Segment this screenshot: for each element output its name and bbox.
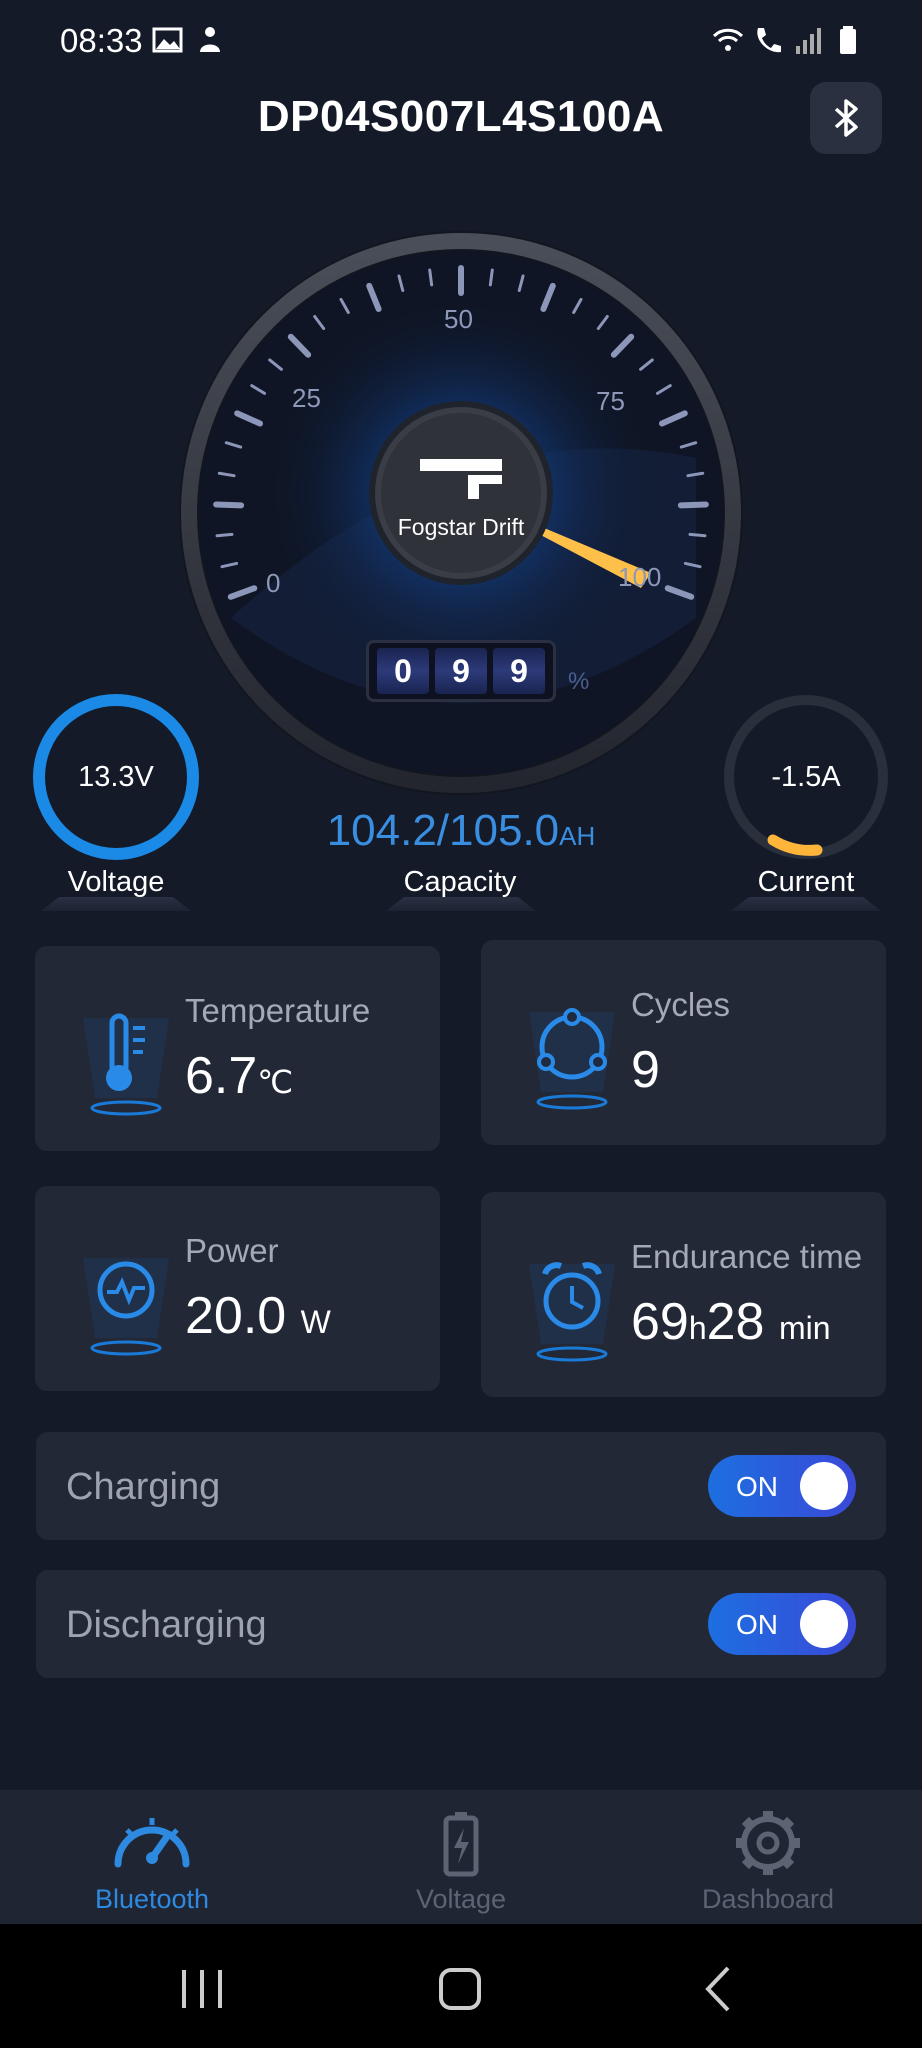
status-right-icons <box>712 24 864 56</box>
voltage-label: Voltage <box>67 866 165 898</box>
odometer-digit: 0 <box>377 648 429 694</box>
charging-toggle[interactable]: ON <box>708 1455 856 1517</box>
status-bar: 08:33 <box>0 0 922 80</box>
nav-dashboard[interactable]: Dashboard <box>618 1790 918 1924</box>
current-pedestal <box>731 897 881 911</box>
cycle-icon <box>529 1008 615 1110</box>
endurance-value: 69h28 min <box>631 1292 831 1352</box>
power-unit: W <box>300 1304 331 1340</box>
current-ring: -1.5A <box>721 692 891 862</box>
cycles-title: Cycles <box>631 986 731 1023</box>
gauge-label-25: 25 <box>292 383 321 413</box>
current-label: Current <box>757 866 855 898</box>
nav-bluetooth[interactable]: Bluetooth <box>2 1790 302 1924</box>
bluetooth-button[interactable] <box>810 82 882 154</box>
odometer-unit: % <box>568 668 590 695</box>
gauge-label-100: 100 <box>618 562 662 592</box>
nav-bluetooth-label: Bluetooth <box>94 1884 210 1914</box>
home-icon[interactable] <box>430 1964 490 2014</box>
nav-dashboard-label: Dashboard <box>701 1884 835 1914</box>
endurance-minutes: 28 <box>706 1293 765 1351</box>
person-icon <box>200 27 220 52</box>
recent-apps-icon[interactable] <box>172 1964 232 2014</box>
discharging-row: Discharging ON <box>36 1570 886 1678</box>
bottom-nav: Bluetooth Voltage Dashboard <box>0 1790 922 1924</box>
gauge-tick <box>677 501 709 509</box>
charging-toggle-state: ON <box>736 1471 778 1502</box>
gallery-icon <box>152 27 183 53</box>
brand-name: Fogstar Drift <box>397 514 525 540</box>
thermometer-icon <box>83 1013 169 1116</box>
battery-icon <box>443 1812 479 1877</box>
endurance-title: Endurance time <box>631 1238 863 1275</box>
cycles-value: 9 <box>631 1041 660 1099</box>
current-value: -1.5A <box>771 760 841 793</box>
odometer-digit: 9 <box>435 648 487 694</box>
capacity-pedestal <box>386 897 536 911</box>
power-icon <box>83 1258 169 1356</box>
call-icon <box>757 28 781 53</box>
gauge-tick <box>213 501 245 509</box>
percent-odometer: 0 9 9 <box>366 640 556 702</box>
speedometer-icon <box>114 1818 190 1868</box>
nav-voltage-label: Voltage <box>415 1884 507 1914</box>
power-number: 20.0 <box>185 1287 287 1345</box>
device-title: DP04S007L4S100A <box>257 92 665 141</box>
discharging-toggle[interactable]: ON <box>708 1593 856 1655</box>
battery-icon <box>840 26 856 54</box>
endurance-hours-unit: h <box>688 1310 707 1346</box>
temperature-number: 6.7 <box>185 1047 258 1105</box>
gear-icon <box>736 1811 800 1875</box>
temperature-title: Temperature <box>185 992 371 1029</box>
status-time: 08:33 <box>60 22 143 59</box>
power-card: Power 20.0 W <box>35 1186 440 1391</box>
signal-icon <box>796 28 821 54</box>
gauge-tick <box>428 268 434 287</box>
temperature-card: Temperature 6.7℃ <box>35 946 440 1151</box>
system-nav-bar <box>0 1924 922 2048</box>
discharging-toggle-knob <box>800 1600 848 1648</box>
back-icon[interactable] <box>690 1964 750 2014</box>
charging-label: Charging <box>66 1466 221 1508</box>
gauge-label-75: 75 <box>596 386 625 416</box>
temperature-unit: ℃ <box>257 1064 294 1100</box>
alarm-clock-icon <box>529 1262 615 1362</box>
discharging-toggle-state: ON <box>736 1609 778 1640</box>
gauge-label-0: 0 <box>266 568 281 598</box>
discharging-label: Discharging <box>66 1604 267 1646</box>
cycles-card: Cycles 9 <box>481 940 886 1145</box>
temperature-value: 6.7℃ <box>185 1046 293 1106</box>
nav-voltage[interactable]: Voltage <box>311 1790 611 1924</box>
gauge-label-50: 50 <box>444 304 473 334</box>
endurance-minutes-unit: min <box>778 1310 831 1346</box>
capacity-label: Capacity <box>403 866 517 898</box>
odometer-digit: 9 <box>493 648 545 694</box>
charging-row: Charging ON <box>36 1432 886 1540</box>
voltage-pedestal <box>41 897 191 911</box>
gauge-tick <box>488 268 494 287</box>
capacity-gauge: 0 25 50 75 100 Fogstar Drift 0 9 9 % <box>176 228 746 798</box>
power-value: 20.0 W <box>185 1286 331 1346</box>
endurance-card: Endurance time 69h28 min <box>481 1192 886 1397</box>
power-title: Power <box>185 1232 279 1269</box>
capacity-unit: AH <box>559 821 596 851</box>
bluetooth-icon <box>834 99 858 137</box>
capacity-number: 104.2/105.0 <box>326 806 560 855</box>
wifi-icon <box>712 28 744 51</box>
endurance-hours: 69 <box>631 1293 689 1351</box>
charging-toggle-knob <box>800 1462 848 1510</box>
status-left-icons <box>152 24 226 56</box>
